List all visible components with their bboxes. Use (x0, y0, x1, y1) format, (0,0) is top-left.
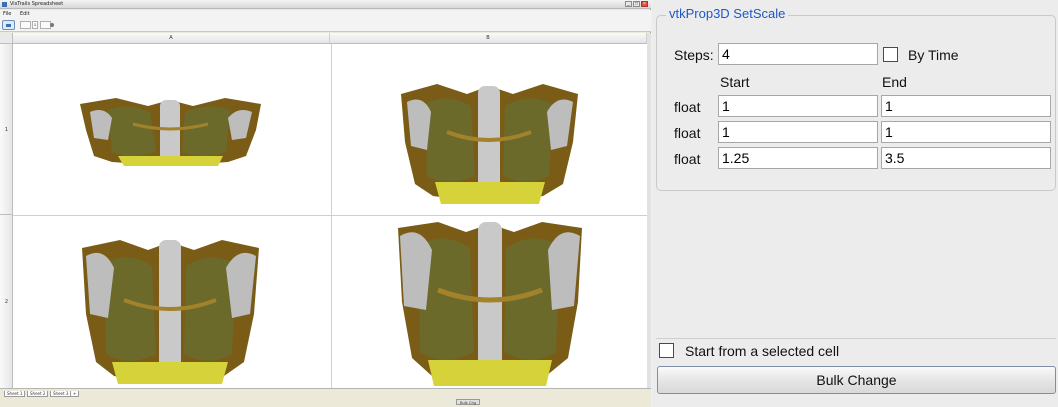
app-root: VisTrails Spreadsheet _ □ × File Edit 1 … (0, 0, 1058, 407)
row-3-end-input[interactable]: 3.5 (881, 147, 1051, 169)
spreadsheet-grid: A B 1 2 (0, 33, 651, 388)
status-indicator: Bulk Chg (456, 399, 480, 405)
app-icon (2, 2, 7, 7)
window-title: VisTrails Spreadsheet (10, 1, 64, 7)
row-3-start-input[interactable]: 1.25 (718, 147, 878, 169)
steps-input[interactable]: 4 (718, 43, 878, 65)
column-header-a[interactable]: A (13, 33, 330, 43)
cell-a2[interactable] (13, 216, 331, 388)
toolbar-combo[interactable] (20, 21, 31, 29)
start-selected-label: Start from a selected cell (685, 343, 840, 359)
row-1-start-input[interactable]: 1 (718, 95, 878, 117)
column-headers: A B (13, 33, 647, 44)
row-divider (0, 214, 13, 215)
menu-file[interactable]: File (3, 11, 11, 17)
end-header: End (882, 74, 907, 90)
steps-label: Steps: (674, 47, 714, 63)
menu-edit[interactable]: Edit (20, 11, 30, 17)
panel-divider (656, 338, 1056, 339)
maximize-icon[interactable]: □ (633, 1, 640, 7)
cells-area (13, 44, 647, 388)
by-time-checkbox[interactable] (883, 47, 898, 62)
sheet-tab-3[interactable]: Sheet 3 (50, 391, 72, 397)
dot-icon (50, 23, 54, 27)
group-title: vtkProp3D SetScale (666, 6, 789, 22)
camera-icon[interactable] (2, 20, 15, 30)
row-2-start-input[interactable]: 1 (718, 121, 878, 143)
row-header-1[interactable]: 1 (0, 127, 13, 133)
sheet-tab-2[interactable]: Sheet 2 (27, 391, 49, 397)
cell-a1[interactable] (13, 44, 331, 215)
chest-render-b1 (401, 84, 578, 204)
sheet-tab-add[interactable]: + (70, 391, 80, 397)
by-time-label: By Time (908, 47, 959, 63)
column-header-b[interactable]: B (330, 33, 647, 43)
window-controls: _ □ × (625, 1, 648, 7)
spreadsheet-titlebar[interactable]: VisTrails Spreadsheet _ □ × (0, 0, 651, 9)
sheet-tabs: Sheet 1 Sheet 2 Sheet 3 + Bulk Chg (0, 388, 651, 407)
bulk-change-panel: vtkProp3D SetScale Steps: 4 By Time Star… (652, 0, 1058, 407)
grid-corner[interactable] (0, 33, 13, 44)
vertical-scrollbar[interactable] (647, 33, 651, 388)
close-icon[interactable]: × (641, 1, 648, 7)
cell-b1[interactable] (332, 44, 647, 215)
chest-render-a1 (80, 98, 261, 166)
bulk-change-button[interactable]: Bulk Change (657, 366, 1056, 394)
row-3-type: float (674, 151, 701, 167)
spreadsheet-window: VisTrails Spreadsheet _ □ × File Edit 1 … (0, 0, 651, 407)
chest-render-b2 (398, 222, 582, 386)
toolbar: 1 (0, 18, 651, 32)
start-header: Start (720, 74, 750, 90)
start-selected-checkbox[interactable] (659, 343, 674, 358)
chest-render-a2 (82, 240, 259, 384)
row-2-end-input[interactable]: 1 (881, 121, 1051, 143)
row-header-2[interactable]: 2 (0, 299, 13, 305)
row-2-type: float (674, 125, 701, 141)
row-headers: 1 2 (0, 44, 13, 388)
minimize-icon[interactable]: _ (625, 1, 632, 7)
menubar: File Edit (0, 10, 651, 18)
toolbar-counter[interactable]: 1 (32, 21, 38, 29)
row-1-end-input[interactable]: 1 (881, 95, 1051, 117)
sheet-tab-1[interactable]: Sheet 1 (4, 391, 26, 397)
cell-b2[interactable] (332, 216, 647, 388)
row-1-type: float (674, 99, 701, 115)
